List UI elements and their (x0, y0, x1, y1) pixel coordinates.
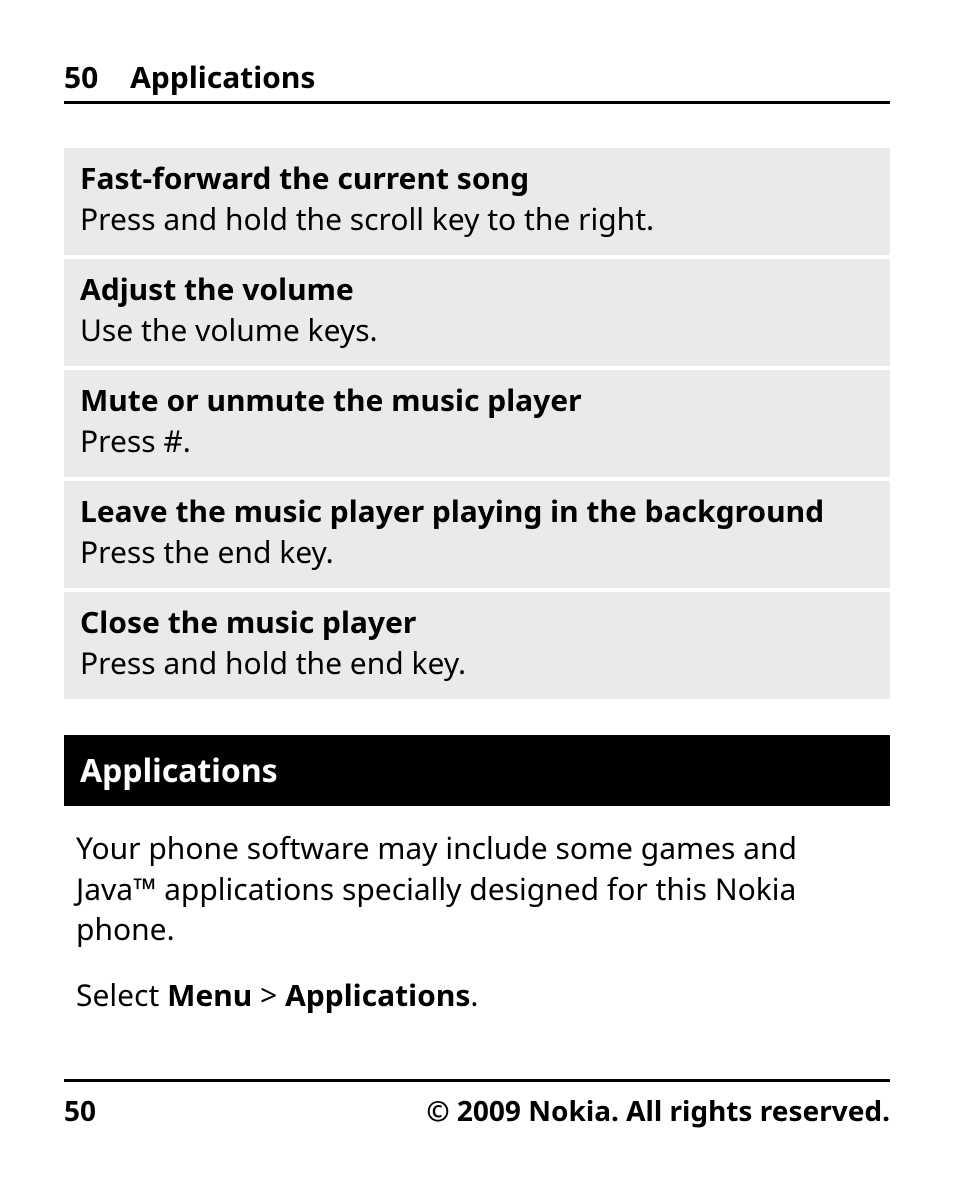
instruction-title: Fast-forward the current song (80, 158, 874, 199)
instruction-body: Press and hold the scroll key to the rig… (80, 199, 874, 240)
applications-label: Applications (285, 974, 470, 1015)
instruction-list: Fast-forward the current song Press and … (64, 148, 890, 699)
instruction-title: Mute or unmute the music player (80, 380, 874, 421)
page-header: 50 Applications (64, 56, 890, 104)
header-page-number: 50 (64, 56, 98, 97)
select-prefix: Select (76, 974, 167, 1015)
path-separator: > (252, 974, 285, 1015)
instruction-body: Press #. (80, 421, 874, 462)
footer-page-number: 50 (64, 1092, 96, 1130)
header-title: Applications (130, 56, 315, 97)
select-suffix: . (470, 974, 478, 1015)
manual-page: 50 Applications Fast-forward the current… (0, 0, 954, 1180)
instruction-item: Leave the music player playing in the ba… (64, 481, 890, 592)
select-path-line: Select Menu > Applications. (64, 974, 890, 1015)
intro-paragraph: Your phone software may include some gam… (64, 828, 890, 950)
instruction-title: Close the music player (80, 602, 874, 643)
menu-label: Menu (167, 974, 252, 1015)
instruction-item: Mute or unmute the music player Press #. (64, 370, 890, 481)
instruction-title: Adjust the volume (80, 269, 874, 310)
instruction-item: Fast-forward the current song Press and … (64, 148, 890, 259)
instruction-body: Press and hold the end key. (80, 643, 874, 684)
instruction-body: Use the volume keys. (80, 310, 874, 351)
section-heading: Applications (64, 735, 890, 806)
page-footer: 50 © 2009 Nokia. All rights reserved. (64, 1079, 890, 1130)
instruction-body: Press the end key. (80, 532, 874, 573)
instruction-item: Close the music player Press and hold th… (64, 592, 890, 699)
header-line: 50 Applications (64, 56, 890, 97)
footer-copyright: © 2009 Nokia. All rights reserved. (426, 1092, 890, 1130)
instruction-title: Leave the music player playing in the ba… (80, 491, 874, 532)
instruction-item: Adjust the volume Use the volume keys. (64, 259, 890, 370)
